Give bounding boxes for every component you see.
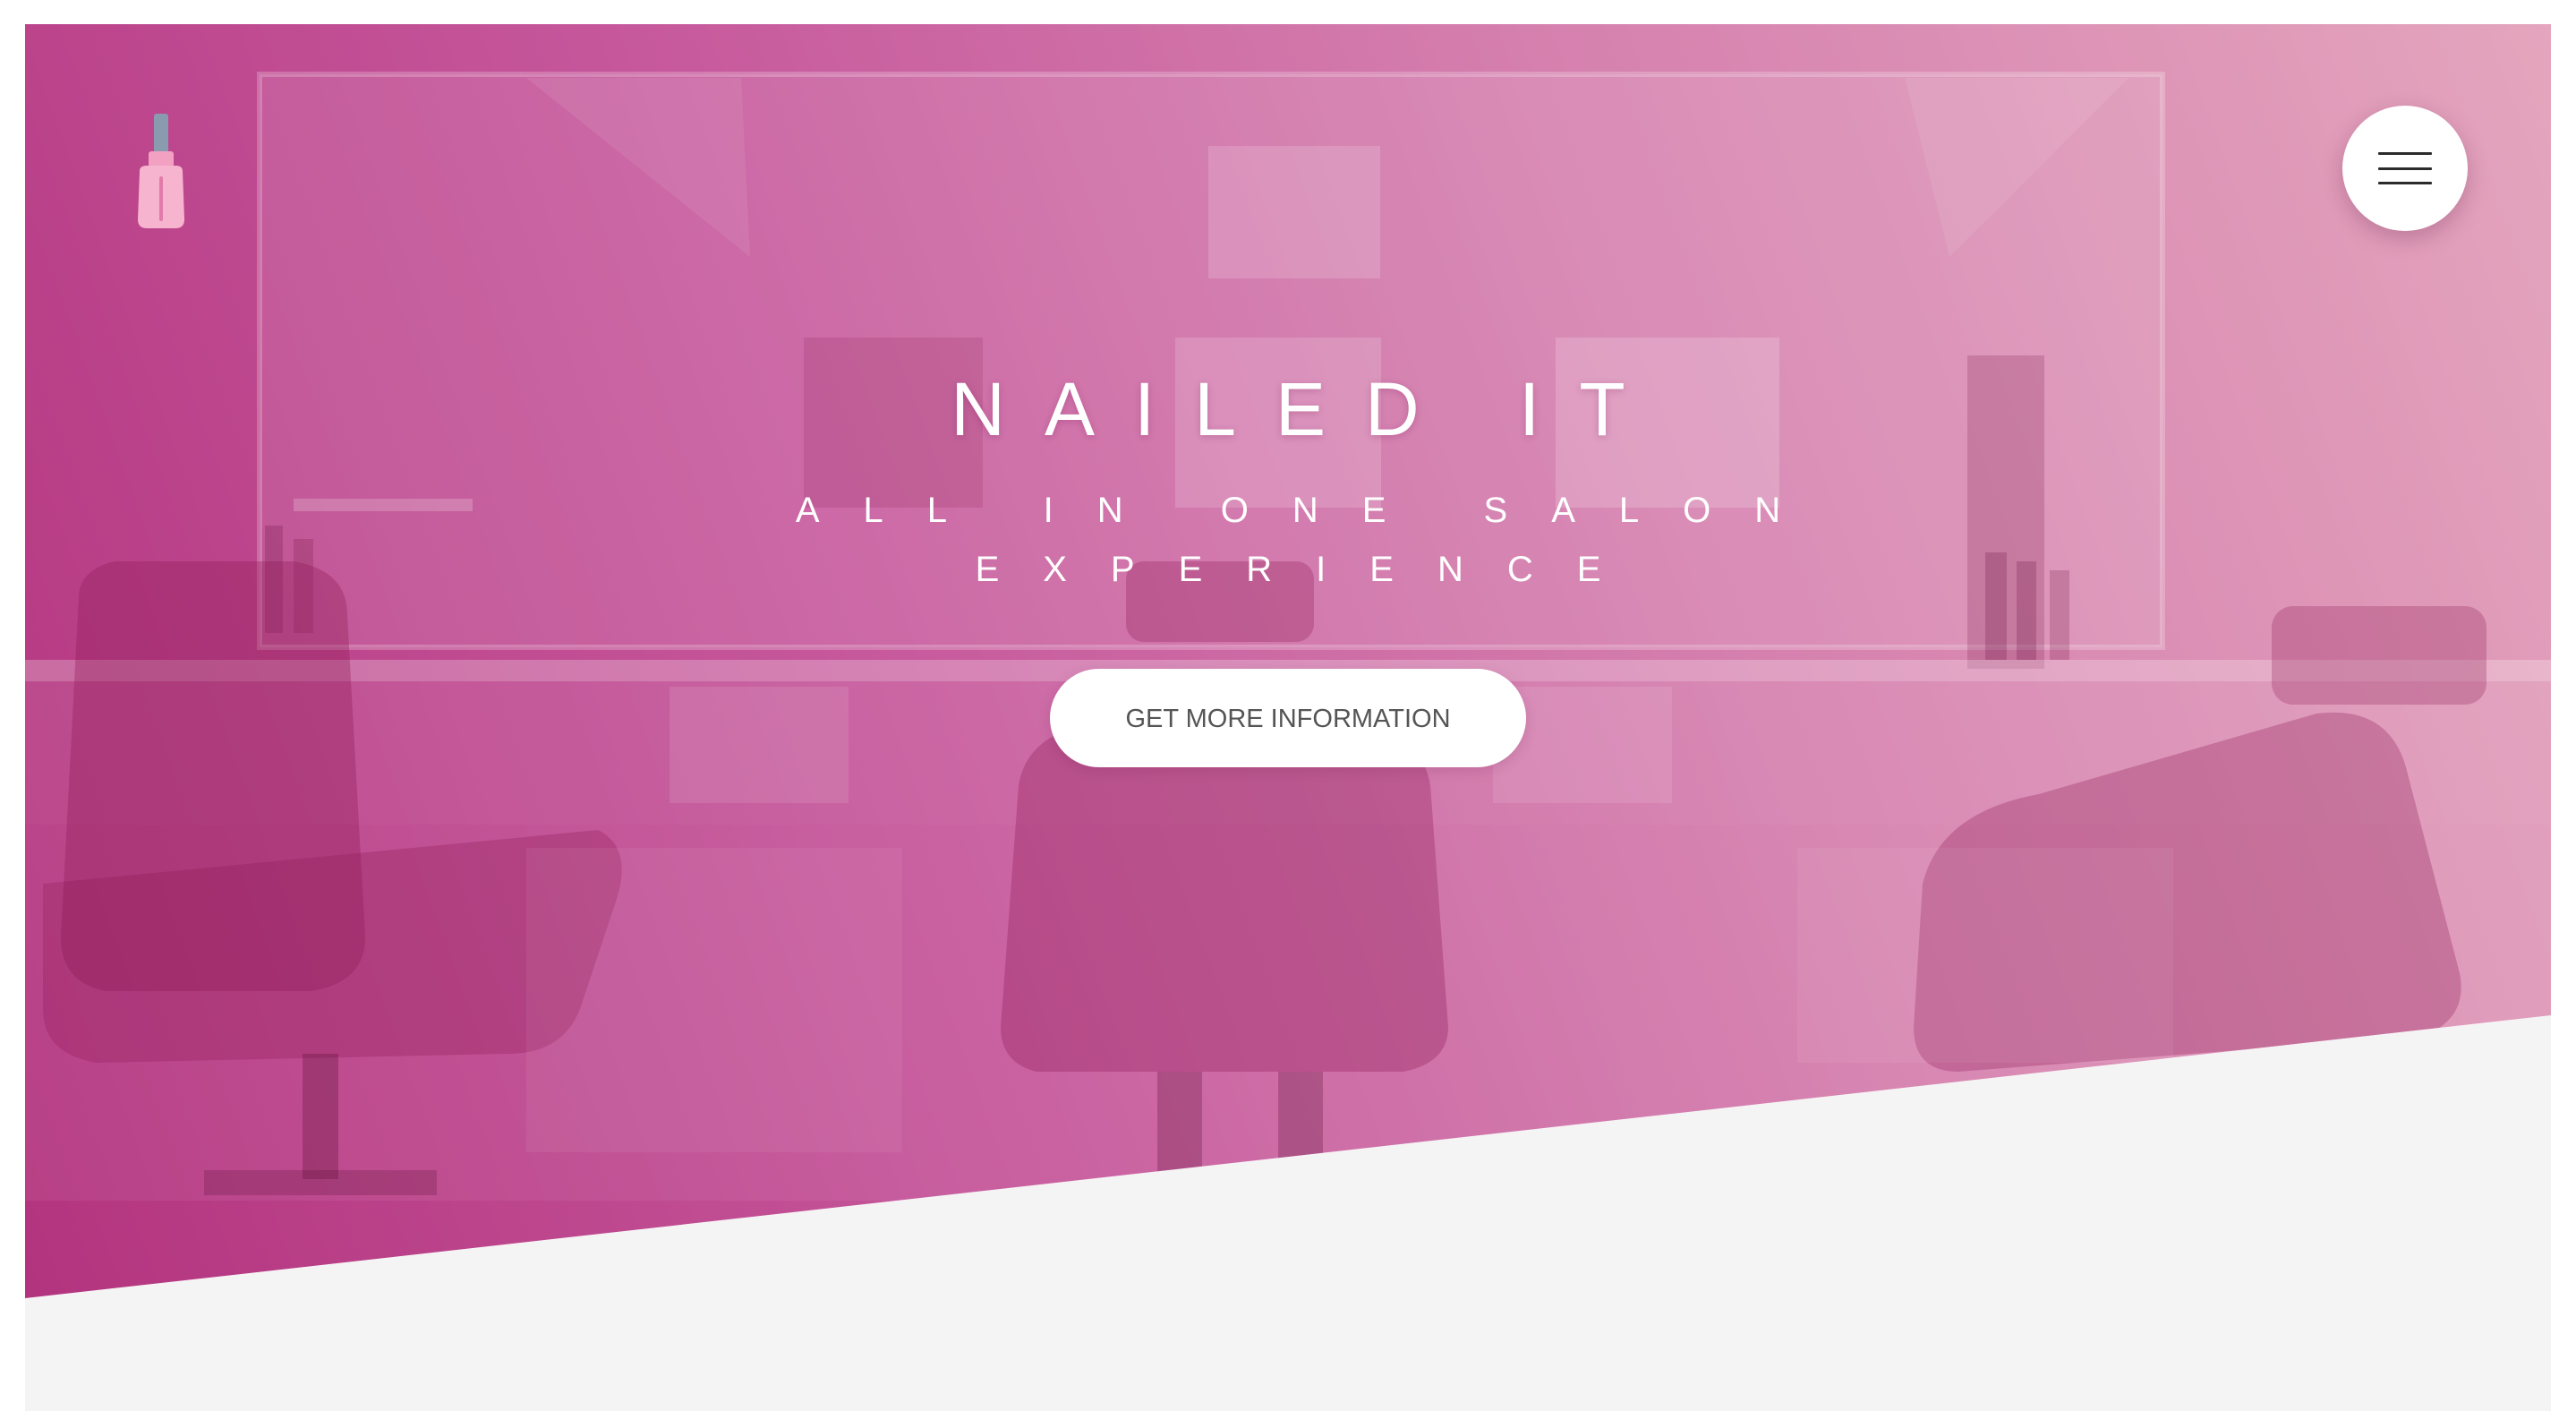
nail-polish-icon[interactable]	[132, 114, 190, 230]
get-more-information-button[interactable]: GET MORE INFORMATION	[1050, 669, 1526, 767]
menu-button[interactable]	[2342, 106, 2468, 231]
brand-title: NAILED IT	[951, 367, 1665, 451]
page: NAILED IT ALL IN ONE SALON EXPERIENCE GE…	[25, 24, 2551, 1411]
brand-tagline: ALL IN ONE SALON EXPERIENCE	[795, 491, 1825, 589]
hero-section: NAILED IT ALL IN ONE SALON EXPERIENCE GE…	[25, 24, 2551, 1298]
hero-content: NAILED IT ALL IN ONE SALON EXPERIENCE GE…	[25, 355, 2551, 767]
hamburger-menu-icon	[2378, 152, 2432, 184]
